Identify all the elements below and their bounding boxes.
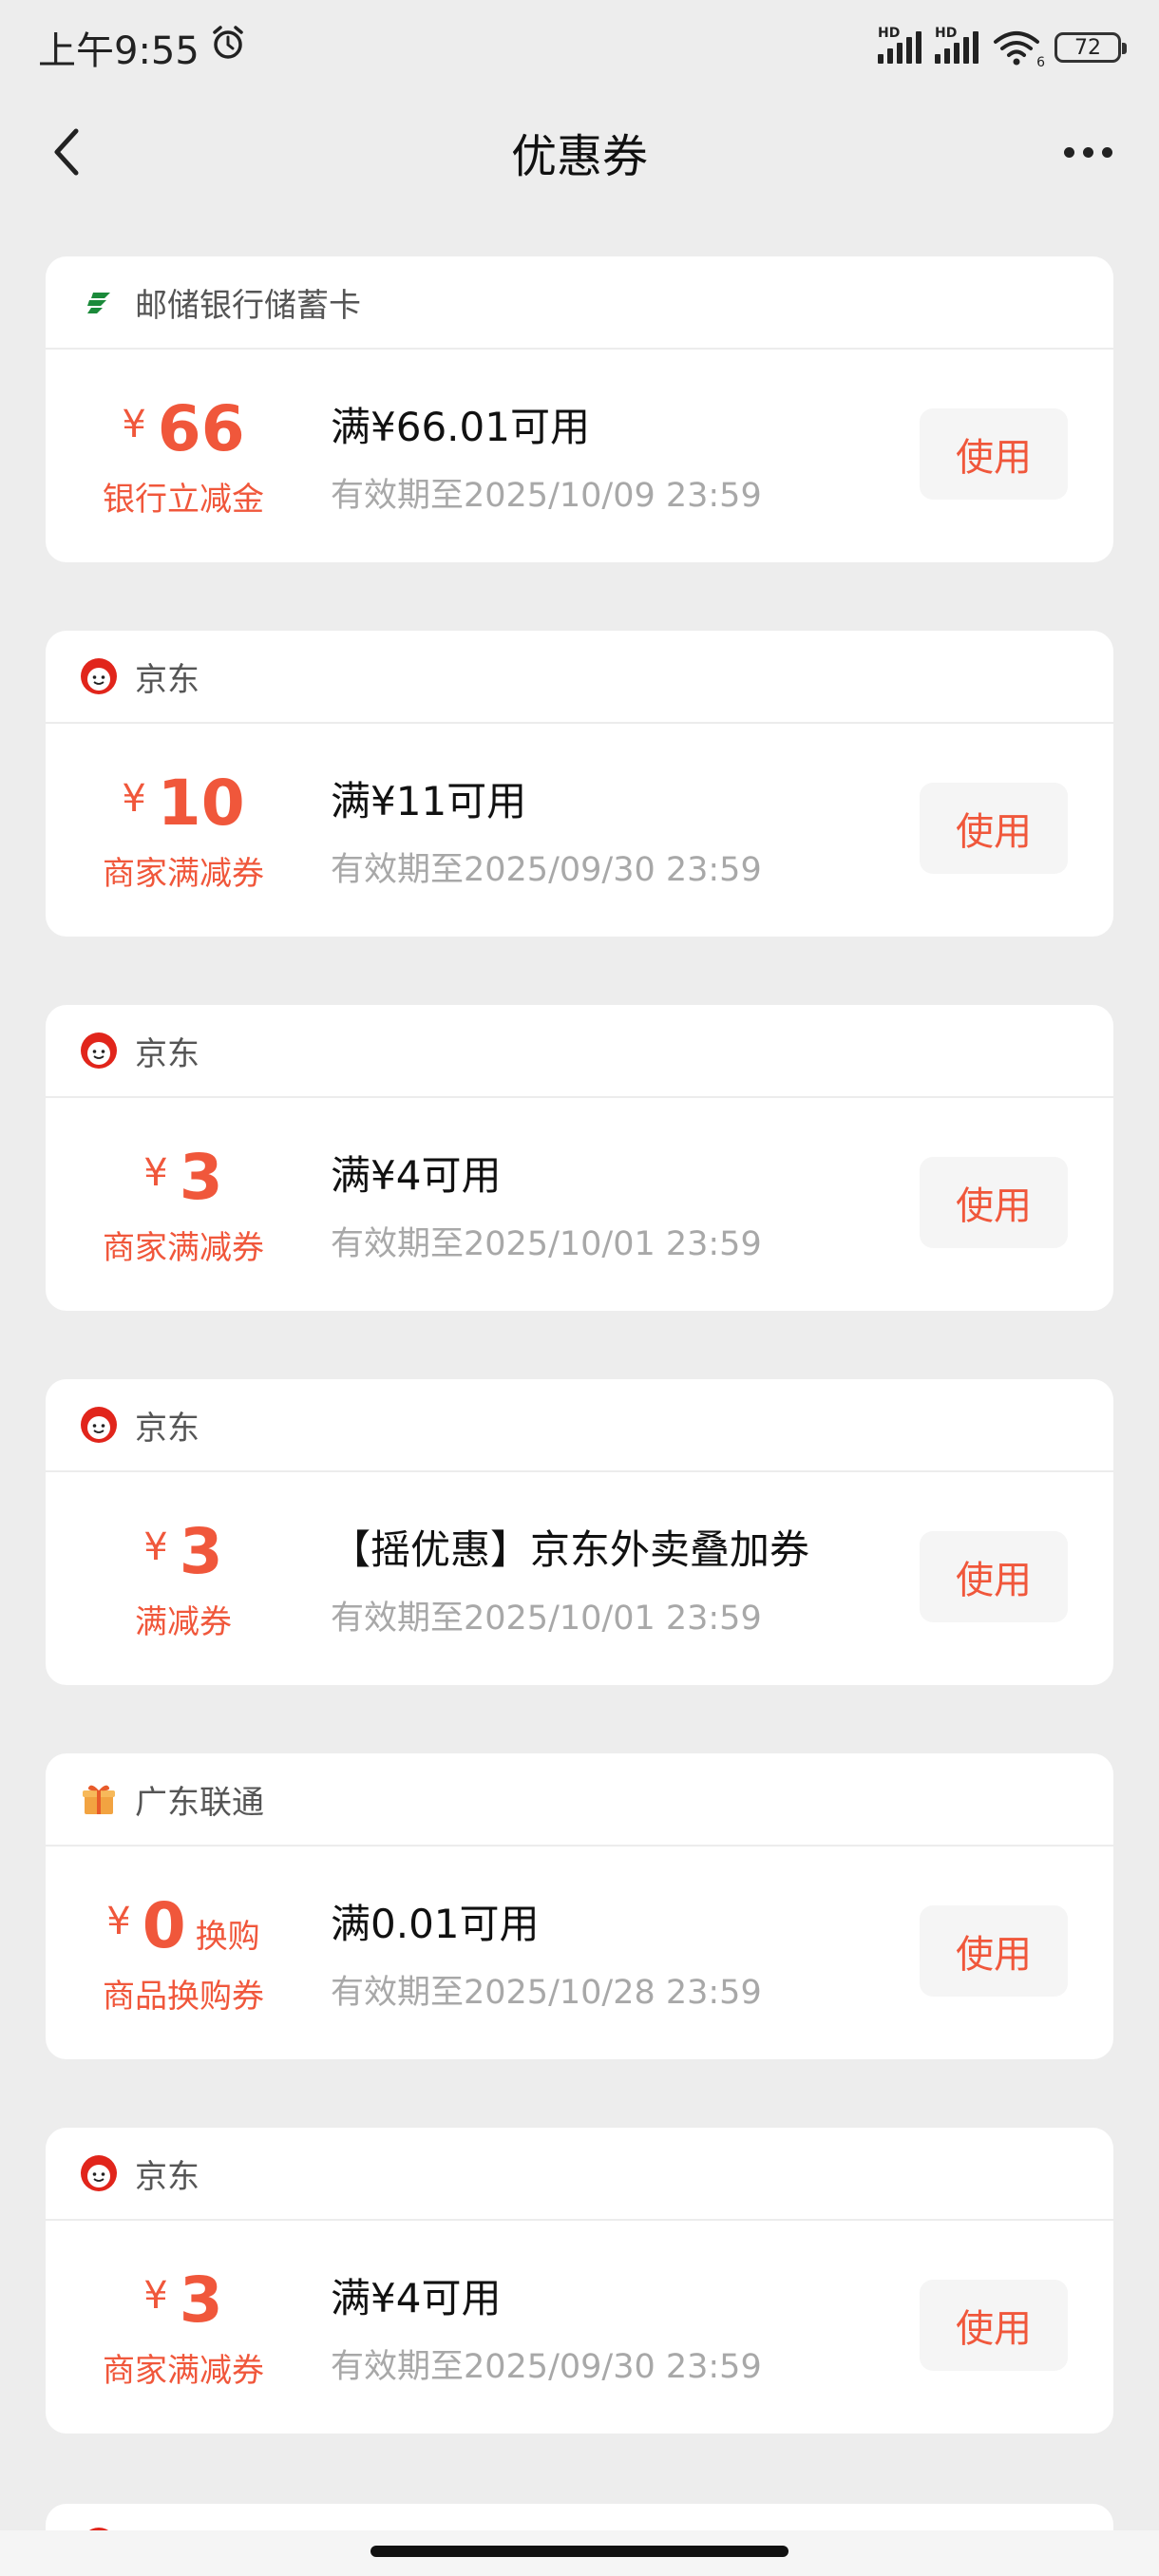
chevron-left-icon bbox=[54, 128, 79, 176]
coupon-card-body: ¥ 0 换购 商品换购券 满0.01可用 有效期至2025/10/28 23:5… bbox=[46, 1847, 1113, 2059]
merchant-name: 广东联通 bbox=[135, 1783, 264, 1822]
merchant-name: 京东 bbox=[135, 1409, 200, 1448]
coupon-amount-block: ¥ 3 商家满减券 bbox=[46, 2221, 321, 2434]
alarm-icon bbox=[209, 24, 247, 71]
coupon-condition: 满0.01可用 bbox=[331, 1901, 540, 1947]
coupon-expiry: 有效期至2025/10/01 23:59 bbox=[331, 1600, 762, 1638]
merchant-name: 京东 bbox=[135, 2157, 200, 2196]
coupon-card-header: 京东 bbox=[46, 2128, 1113, 2221]
use-coupon-button[interactable]: 使用 bbox=[920, 1157, 1068, 1248]
coupon-amount-block: ¥ 3 商家满减券 bbox=[46, 1098, 321, 1311]
coupon-info: 满¥66.01可用 有效期至2025/10/09 23:59 bbox=[331, 395, 762, 517]
use-coupon-button[interactable]: 使用 bbox=[920, 408, 1068, 500]
coupon-amount: 0 bbox=[142, 1889, 186, 1962]
status-time: 上午9:55 bbox=[38, 29, 200, 73]
coupon-type: 银行立减金 bbox=[103, 481, 264, 519]
coupon-type: 满减券 bbox=[135, 1603, 232, 1641]
coupon-condition: 满¥4可用 bbox=[331, 1152, 502, 1199]
status-bar: 上午9:55 HD HD 6 72 bbox=[0, 0, 1159, 95]
coupon-card-header: 京东 bbox=[46, 1005, 1113, 1098]
coupon-card-body: ¥ 3 商家满减券 满¥4可用 有效期至2025/09/30 23:59 使用 bbox=[46, 2221, 1113, 2434]
coupon-card-body: ¥ 10 商家满减券 满¥11可用 有效期至2025/09/30 23:59 使… bbox=[46, 724, 1113, 937]
coupon-card-body: ¥ 3 满减券 【摇优惠】京东外卖叠加券 有效期至2025/10/01 23:5… bbox=[46, 1472, 1113, 1685]
coupon-card[interactable]: 京东 ¥ 3 商家满减券 满¥4可用 有效期至2025/09/30 23:59 … bbox=[46, 2128, 1113, 2434]
coupon-condition: 【摇优惠】京东外卖叠加券 bbox=[331, 1526, 810, 1573]
coupon-condition: 满¥11可用 bbox=[331, 778, 527, 824]
status-right: HD HD 6 72 bbox=[878, 26, 1127, 70]
jd-logo-icon bbox=[80, 1032, 118, 1070]
cell-signal-icon: HD bbox=[878, 26, 922, 64]
coupon-card-body: ¥ 3 商家满减券 满¥4可用 有效期至2025/10/01 23:59 使用 bbox=[46, 1098, 1113, 1311]
coupon-info: 满¥11可用 有效期至2025/09/30 23:59 bbox=[331, 769, 762, 891]
coupon-card-header: 京东 bbox=[46, 1379, 1113, 1472]
more-dots-icon bbox=[1063, 146, 1074, 158]
currency-symbol: ¥ bbox=[106, 1900, 131, 1943]
merchant-name: 邮储银行储蓄卡 bbox=[135, 286, 361, 325]
merchant-name: 京东 bbox=[135, 660, 200, 699]
gift-box-icon bbox=[80, 1780, 118, 1818]
page-title: 优惠券 bbox=[510, 130, 648, 183]
coupon-expiry: 有效期至2025/10/28 23:59 bbox=[331, 1974, 762, 2012]
currency-symbol: ¥ bbox=[122, 777, 146, 821]
wifi-label: 6 bbox=[1036, 55, 1045, 70]
coupon-amount: 10 bbox=[157, 767, 245, 840]
use-coupon-button[interactable]: 使用 bbox=[920, 1531, 1068, 1622]
coupon-type: 商家满减券 bbox=[103, 2352, 264, 2390]
gesture-bar bbox=[0, 2530, 1159, 2576]
currency-symbol: ¥ bbox=[143, 2274, 168, 2318]
coupon-amount: 3 bbox=[179, 1141, 223, 1214]
coupon-amount: 3 bbox=[179, 1515, 223, 1588]
jd-logo-icon bbox=[80, 1406, 118, 1444]
wifi-icon: 6 bbox=[992, 28, 1045, 70]
postal-bank-logo-icon bbox=[80, 283, 118, 321]
coupon-card-header: 邮储银行储蓄卡 bbox=[46, 256, 1113, 350]
battery-level: 72 bbox=[1074, 35, 1101, 60]
coupon-amount: 66 bbox=[157, 392, 245, 465]
coupon-condition: 满¥66.01可用 bbox=[331, 404, 590, 450]
coupon-amount-block: ¥ 10 商家满减券 bbox=[46, 724, 321, 937]
use-coupon-button[interactable]: 使用 bbox=[920, 783, 1068, 874]
coupon-amount: 3 bbox=[179, 2263, 223, 2337]
coupon-card[interactable]: 广东联通 ¥ 0 换购 商品换购券 满0.01可用 有效期至2025/10/28… bbox=[46, 1753, 1113, 2059]
coupon-info: 满¥4可用 有效期至2025/10/01 23:59 bbox=[331, 1144, 762, 1265]
status-left: 上午9:55 bbox=[38, 20, 247, 75]
currency-symbol: ¥ bbox=[122, 403, 146, 446]
coupon-amount-block: ¥ 0 换购 商品换购券 bbox=[46, 1847, 321, 2059]
jd-logo-icon bbox=[80, 2154, 118, 2192]
merchant-name: 京东 bbox=[135, 1034, 200, 1073]
coupon-card-body: ¥ 66 银行立减金 满¥66.01可用 有效期至2025/10/09 23:5… bbox=[46, 350, 1113, 562]
navigation-bar: 优惠券 bbox=[0, 95, 1159, 209]
coupon-condition: 满¥4可用 bbox=[331, 2275, 502, 2321]
currency-symbol: ¥ bbox=[143, 1525, 168, 1569]
coupon-info: 满0.01可用 有效期至2025/10/28 23:59 bbox=[331, 1892, 762, 2014]
coupon-type: 商品换购券 bbox=[103, 1978, 264, 2016]
coupon-info: 【摇优惠】京东外卖叠加券 有效期至2025/10/01 23:59 bbox=[331, 1518, 809, 1639]
back-button[interactable] bbox=[38, 123, 95, 180]
jd-logo-icon bbox=[80, 657, 118, 695]
coupon-type: 商家满减券 bbox=[103, 855, 264, 893]
battery-indicator: 72 bbox=[1054, 32, 1127, 63]
coupon-expiry: 有效期至2025/09/30 23:59 bbox=[331, 2348, 762, 2386]
coupon-card[interactable]: 京东 ¥ 10 商家满减券 满¥11可用 有效期至2025/09/30 23:5… bbox=[46, 631, 1113, 937]
coupon-amount-suffix: 换购 bbox=[195, 1918, 260, 1956]
coupon-list: 邮储银行储蓄卡 ¥ 66 银行立减金 满¥66.01可用 有效期至2025/10… bbox=[46, 256, 1113, 2502]
coupon-card-header: 广东联通 bbox=[46, 1753, 1113, 1847]
currency-symbol: ¥ bbox=[143, 1151, 168, 1195]
coupon-card[interactable]: 京东 ¥ 3 满减券 【摇优惠】京东外卖叠加券 有效期至2025/10/01 2… bbox=[46, 1379, 1113, 1685]
coupon-card[interactable]: 京东 ¥ 3 商家满减券 满¥4可用 有效期至2025/10/01 23:59 … bbox=[46, 1005, 1113, 1311]
cell-signal-icon-2: HD bbox=[935, 26, 978, 64]
coupon-amount-block: ¥ 66 银行立减金 bbox=[46, 350, 321, 562]
more-options-button[interactable] bbox=[1054, 123, 1121, 180]
coupon-expiry: 有效期至2025/09/30 23:59 bbox=[331, 851, 762, 889]
use-coupon-button[interactable]: 使用 bbox=[920, 1905, 1068, 1997]
coupon-card[interactable]: 邮储银行储蓄卡 ¥ 66 银行立减金 满¥66.01可用 有效期至2025/10… bbox=[46, 256, 1113, 562]
use-coupon-button[interactable]: 使用 bbox=[920, 2280, 1068, 2371]
coupon-expiry: 有效期至2025/10/09 23:59 bbox=[331, 477, 762, 515]
coupon-card-header: 京东 bbox=[46, 631, 1113, 724]
coupon-type: 商家满减券 bbox=[103, 1229, 264, 1267]
coupon-amount-block: ¥ 3 满减券 bbox=[46, 1472, 321, 1685]
coupon-expiry: 有效期至2025/10/01 23:59 bbox=[331, 1225, 762, 1263]
coupon-info: 满¥4可用 有效期至2025/09/30 23:59 bbox=[331, 2266, 762, 2388]
home-indicator[interactable] bbox=[370, 2546, 788, 2557]
